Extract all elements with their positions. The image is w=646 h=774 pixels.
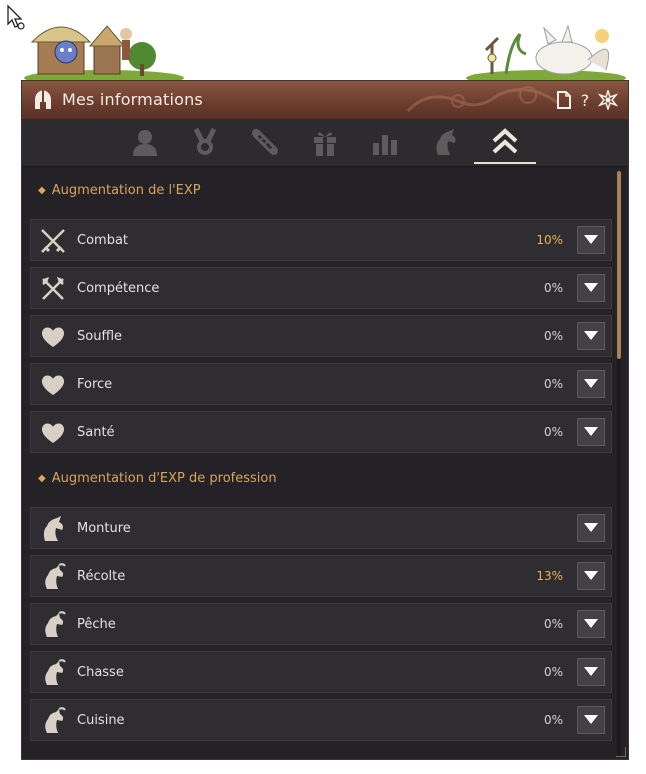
settings-button[interactable] (598, 90, 618, 110)
chevron-down-icon (584, 715, 598, 724)
title-bar[interactable]: Mes informations ? (22, 81, 628, 119)
scrollbar-thumb[interactable] (617, 171, 621, 359)
row-value: 0% (543, 617, 563, 631)
expand-button[interactable] (577, 274, 605, 302)
expand-button[interactable] (577, 562, 605, 590)
expand-button[interactable] (577, 514, 605, 542)
chevron-down-icon (584, 379, 598, 388)
exp-row-breath: Souffle 0% (30, 315, 612, 357)
heart-icon (41, 423, 65, 443)
profession-row-cooking: Cuisine 0% (30, 699, 612, 741)
tab-medals[interactable] (184, 123, 226, 161)
row-label: Cuisine (77, 713, 125, 728)
tab-profile[interactable] (124, 123, 166, 161)
heart-icon (41, 375, 65, 395)
chevron-down-icon (584, 235, 598, 244)
medal-icon (193, 127, 217, 155)
gift-icon (314, 132, 336, 156)
section-title-exp: ◆ Augmentation de l'EXP (38, 183, 201, 198)
row-label: Force (77, 377, 113, 392)
exp-row-combat: Combat 10% (30, 219, 612, 261)
lifeskill-icon (45, 707, 66, 733)
bar-chart-icon (373, 135, 397, 155)
row-label: Pêche (77, 617, 116, 632)
helmet-icon (35, 90, 51, 109)
row-label: Compétence (77, 281, 160, 296)
expand-button[interactable] (577, 658, 605, 686)
page-icon (557, 91, 571, 109)
lifeskill-icon (45, 659, 66, 685)
row-label: Combat (77, 233, 129, 248)
village-decoration-icon (24, 25, 184, 84)
lifeskill-icon (45, 563, 66, 589)
chevron-down-icon (584, 283, 598, 292)
diamond-bullet-icon: ◆ (38, 473, 46, 484)
memo-button[interactable] (554, 90, 574, 110)
chevron-down-icon (584, 427, 598, 436)
horse-head-icon (436, 129, 456, 155)
row-label: Chasse (77, 665, 124, 680)
expand-button[interactable] (577, 322, 605, 350)
exp-boost-panel: ◆ Augmentation de l'EXP Combat 10% Compét… (22, 167, 628, 761)
expand-button[interactable] (577, 706, 605, 734)
mouse-cursor-icon (7, 4, 25, 30)
profession-row-fishing: Pêche 0% (30, 603, 612, 645)
horse-head-icon (43, 516, 63, 541)
tab-gift[interactable] (304, 123, 346, 161)
chevron-down-icon (584, 619, 598, 628)
resize-handle-icon[interactable] (616, 747, 626, 757)
row-value: 0% (543, 713, 563, 727)
tab-exp-boost[interactable] (474, 123, 536, 164)
exp-row-strength: Force 0% (30, 363, 612, 405)
double-chevron-up-icon (492, 128, 518, 154)
help-button[interactable]: ? (575, 90, 595, 110)
star-gear-icon (598, 90, 618, 110)
chevron-down-icon (584, 667, 598, 676)
question-icon: ? (580, 90, 590, 110)
crossed-axes-icon (42, 277, 64, 300)
expand-button[interactable] (577, 610, 605, 638)
chevron-down-icon (584, 523, 598, 532)
row-value: 13% (536, 569, 563, 583)
diamond-bullet-icon: ◆ (38, 185, 46, 196)
row-value: 0% (543, 377, 563, 391)
profession-row-gathering: Récolte 13% (30, 555, 612, 597)
chevron-down-icon (584, 571, 598, 580)
window-title: Mes informations (62, 90, 203, 109)
row-value: 0% (543, 281, 563, 295)
row-label: Monture (77, 521, 131, 536)
row-label: Santé (77, 425, 115, 440)
chevron-down-icon (584, 331, 598, 340)
row-value: 0% (543, 425, 563, 439)
profession-row-mount: Monture (30, 507, 612, 549)
expand-button[interactable] (577, 370, 605, 398)
tab-bar (22, 119, 628, 167)
row-value: 0% (543, 329, 563, 343)
crossed-swords-icon (41, 229, 65, 253)
my-information-window: Mes informations ? ◆ Augmentation de l'E… (21, 80, 629, 760)
tab-lifeskill[interactable] (424, 123, 466, 161)
profession-row-hunting: Chasse 0% (30, 651, 612, 693)
expand-button[interactable] (577, 226, 605, 254)
section-title-profession: ◆ Augmentation d'EXP de profession (38, 471, 277, 486)
scroll-icon (252, 129, 278, 155)
row-value: 0% (543, 665, 563, 679)
tab-scroll[interactable] (244, 123, 286, 161)
heart-icon (41, 327, 65, 347)
tab-stats[interactable] (364, 123, 406, 161)
cloud-swirl-decoration-icon (406, 86, 559, 113)
expand-button[interactable] (577, 418, 605, 446)
exp-row-health: Santé 0% (30, 411, 612, 453)
person-icon (133, 130, 157, 156)
lifeskill-icon (45, 611, 66, 637)
exp-row-skill: Compétence 0% (30, 267, 612, 309)
fox-decoration-icon (466, 24, 626, 84)
row-label: Récolte (77, 569, 126, 584)
row-label: Souffle (77, 329, 123, 344)
row-value: 10% (536, 233, 563, 247)
scrollbar[interactable] (617, 171, 621, 757)
